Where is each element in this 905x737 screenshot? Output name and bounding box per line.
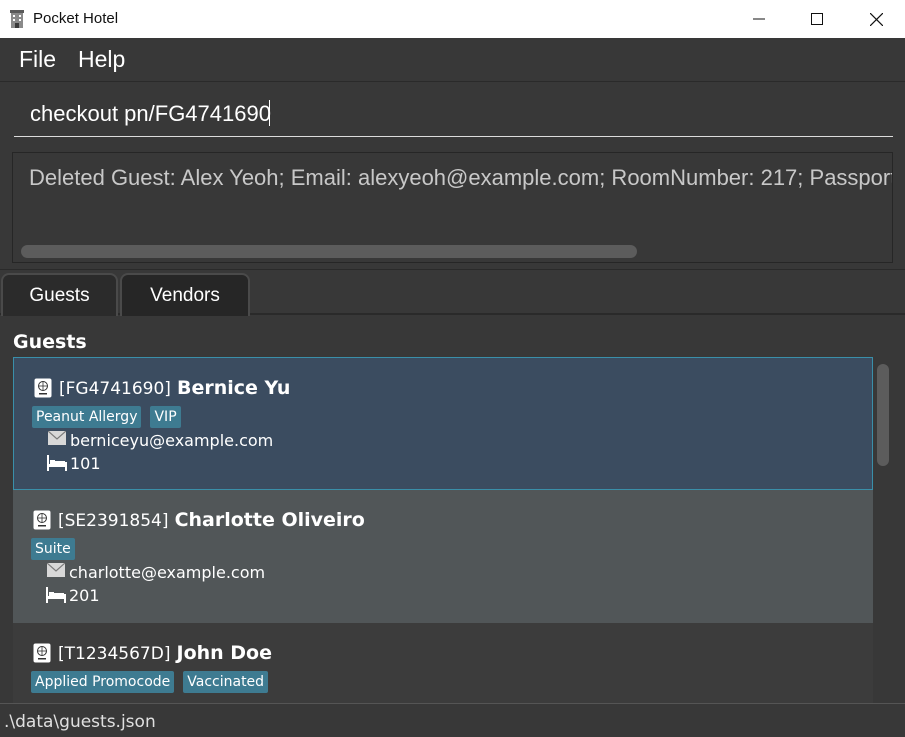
- maximize-icon: [811, 13, 823, 25]
- hotel-icon: [10, 10, 24, 28]
- vertical-scrollbar[interactable]: [877, 364, 889, 466]
- close-icon: [869, 12, 883, 26]
- email-icon: [47, 563, 65, 577]
- menu-bar: File Help: [0, 38, 905, 82]
- tab-vendors[interactable]: Vendors: [120, 273, 250, 316]
- maximize-button[interactable]: [788, 0, 846, 38]
- tag: Applied Promocode: [31, 671, 175, 693]
- tab-guests[interactable]: Guests: [1, 273, 118, 316]
- guest-card[interactable]: [T1234567D] John Doe Applied Promocode V…: [13, 623, 873, 703]
- window-title: Pocket Hotel: [33, 10, 119, 27]
- guest-email: berniceyu@example.com: [70, 431, 274, 450]
- guest-card[interactable]: [FG4741690] Bernice Yu Peanut Allergy VI…: [13, 357, 873, 490]
- guest-name: Bernice Yu: [176, 377, 291, 399]
- email-icon: [48, 431, 66, 445]
- passport-number: [FG4741690]: [59, 379, 171, 399]
- guest-list[interactable]: [FG4741690] Bernice Yu Peanut Allergy VI…: [13, 357, 873, 703]
- guest-room: 101: [70, 454, 101, 473]
- passport-icon: [33, 643, 51, 663]
- passport-number: [T1234567D]: [58, 644, 171, 664]
- minimize-icon: [753, 18, 765, 20]
- panel-title: Guests: [13, 331, 87, 353]
- tab-bar: Guests Vendors: [0, 269, 905, 316]
- passport-icon: [33, 510, 51, 530]
- bed-icon: [46, 587, 66, 603]
- tag: Peanut Allergy: [32, 406, 142, 428]
- guest-email: charlotte@example.com: [69, 563, 266, 582]
- tag-list: Peanut Allergy VIP: [32, 406, 181, 428]
- menu-help[interactable]: Help: [78, 46, 125, 73]
- minimize-button[interactable]: [730, 0, 788, 38]
- status-bar: .\data\guests.json: [0, 703, 905, 737]
- guest-card[interactable]: [SE2391854] Charlotte Oliveiro Suite cha…: [13, 490, 873, 623]
- guest-header: [SE2391854] Charlotte Oliveiro: [58, 509, 365, 531]
- tag-list: Suite: [31, 538, 75, 560]
- passport-icon: [34, 378, 52, 398]
- tag-list: Applied Promocode Vaccinated: [31, 671, 269, 693]
- tag: Vaccinated: [183, 671, 269, 693]
- tag: Suite: [31, 538, 75, 560]
- result-display[interactable]: Deleted Guest: Alex Yeoh; Email: alexyeo…: [12, 152, 893, 263]
- guest-room: 201: [69, 586, 100, 605]
- guests-panel: Guests [FG4741690] Bernice Yu Peanut All…: [0, 317, 905, 703]
- horizontal-scrollbar[interactable]: [21, 245, 637, 258]
- close-button[interactable]: [847, 0, 905, 38]
- save-location: .\data\guests.json: [4, 712, 156, 732]
- guest-header: [FG4741690] Bernice Yu: [59, 377, 290, 399]
- command-area: [0, 83, 905, 145]
- command-input[interactable]: [14, 91, 893, 137]
- result-message: Deleted Guest: Alex Yeoh; Email: alexyeo…: [29, 165, 893, 190]
- guest-header: [T1234567D] John Doe: [58, 642, 272, 664]
- title-bar: Pocket Hotel: [0, 0, 905, 38]
- bed-icon: [47, 455, 67, 471]
- guest-name: John Doe: [176, 642, 273, 664]
- tag: VIP: [150, 406, 181, 428]
- passport-number: [SE2391854]: [58, 511, 169, 531]
- guest-name: Charlotte Oliveiro: [174, 509, 365, 531]
- menu-file[interactable]: File: [19, 46, 56, 73]
- text-caret: [269, 100, 270, 126]
